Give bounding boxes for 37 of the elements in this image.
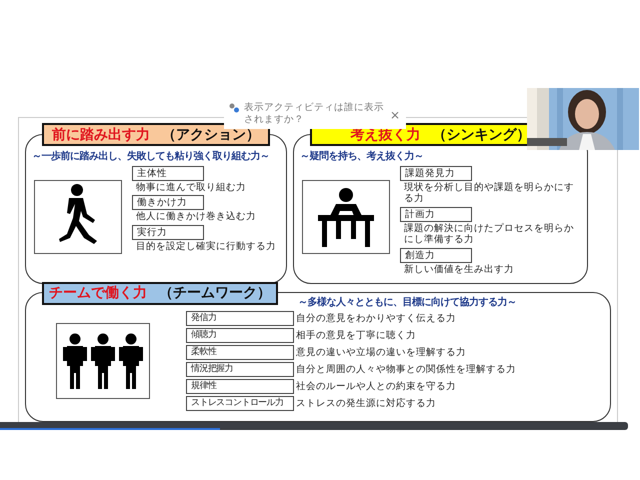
skill-description: 意見の違いや立場の違いを理解する力 bbox=[296, 346, 466, 358]
skill-label: 課題発見力 bbox=[400, 166, 472, 181]
skill-label: 傾聴力 bbox=[186, 328, 294, 343]
skill-description: 目的を設定し確実に行動する力 bbox=[135, 240, 277, 252]
skill-description: 社会のルールや人との約束を守る力 bbox=[296, 380, 456, 392]
skill-label: 発信力 bbox=[186, 311, 294, 326]
progress-bar[interactable] bbox=[0, 422, 628, 430]
skill-description: 新しい価値を生み出す力 bbox=[403, 262, 515, 275]
skill-label: 情況把握力 bbox=[186, 362, 294, 377]
skill-label: 創造力 bbox=[400, 248, 472, 263]
skill-description: 自分の意見をわかりやすく伝える力 bbox=[296, 312, 456, 324]
skill-label: 規律性 bbox=[186, 379, 294, 394]
panel-subtitle: ～多様な人々とともに、目標に向けて協力する力～ bbox=[298, 296, 516, 309]
panel-title: チームで働く力 bbox=[49, 284, 147, 302]
popup-text: 表示アクティビティは誰に表示されますか？ bbox=[244, 102, 384, 127]
three-people-icon bbox=[61, 333, 145, 389]
skill-label: 実行力 bbox=[132, 224, 204, 240]
skill-description: ストレスの発生源に対応する力 bbox=[296, 398, 436, 410]
skill-description: 相手の意見を丁寧に聴く力 bbox=[296, 330, 416, 342]
skill-label: 働きかけ力 bbox=[132, 195, 204, 210]
skill-description: 物事に進んで取り組む力 bbox=[135, 181, 247, 194]
panel-title: 前に踏み出す力 bbox=[52, 126, 150, 144]
skill-label: ストレスコントロール力 bbox=[186, 396, 294, 411]
skill-description: 他人に働きかけ巻き込む力 bbox=[135, 210, 257, 223]
skill-label: 計画力 bbox=[400, 206, 472, 222]
panel-title-sub: （アクション） bbox=[162, 126, 260, 144]
skill-label: 主体性 bbox=[132, 166, 204, 181]
close-button[interactable]: × bbox=[388, 108, 402, 122]
skill-label: 柔軟性 bbox=[186, 345, 294, 360]
panel-title-sub: （チームワーク） bbox=[159, 284, 271, 302]
panel-subtitle: ～一歩前に踏み出し、失敗しても粘り強く取り組む力～ bbox=[32, 150, 270, 163]
skill-description: 自分と周囲の人々や物事との関係性を理解する力 bbox=[296, 364, 516, 376]
skill-description: 現状を分析し目的や課題を明らかにする力 bbox=[403, 181, 575, 205]
person-at-desk-icon bbox=[316, 187, 376, 247]
panel-subtitle: ～疑問を持ち、考え抜く力～ bbox=[300, 150, 424, 163]
skill-description: 課題の解決に向けたプロセスを明らかにし準備する力 bbox=[403, 222, 575, 246]
panel-title-sub: （シンキング） bbox=[432, 126, 530, 144]
